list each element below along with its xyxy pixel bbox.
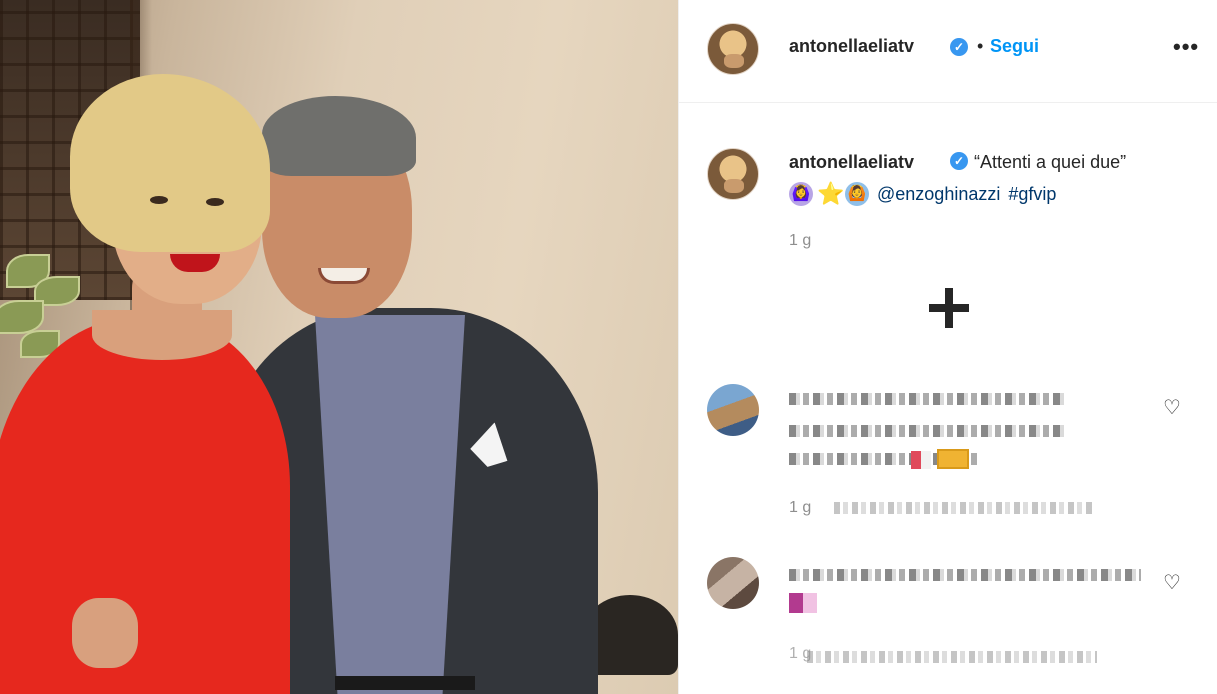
blurred-comment-actions[interactable]: xxxxxxxxxxxxxxxxxxxxxx [834, 496, 1092, 520]
more-options-icon[interactable]: ••• [1173, 34, 1199, 60]
man-smile [318, 268, 370, 284]
caption-text: “Attenti a quei due” [974, 152, 1127, 172]
man-belt [335, 676, 475, 690]
blurred-emoji [789, 593, 817, 613]
load-more-comments-icon[interactable] [929, 288, 969, 328]
woman-eye [206, 198, 224, 206]
hashtag-link[interactable]: #gfvip [1008, 184, 1056, 205]
woman-hair [70, 74, 270, 252]
post-header: antonellaeliatv ✓ • Segui ••• [679, 0, 1217, 103]
commenter-avatar[interactable] [707, 557, 759, 609]
author-username[interactable]: antonellaeliatv [789, 36, 914, 57]
blurred-comment-username[interactable]: xxxxxxxxxxxxxxxxxxxxxxxxxx [789, 387, 1067, 411]
caption-author-avatar[interactable] [707, 148, 759, 200]
heart-icon[interactable]: ♡ [1161, 572, 1183, 594]
caption-line: 🙆‍♀️ ⭐ 🙆 @enzoghinazzi #gfvip [789, 181, 1056, 207]
heart-icon[interactable]: ♡ [1161, 397, 1183, 419]
follow-button[interactable]: Segui [990, 36, 1039, 57]
plus-bar [945, 288, 953, 328]
blurred-comment-actions[interactable]: xxxxxxxxxxxxxxxxxxxxxxxx [807, 645, 1097, 669]
comment-age: 1 g [789, 499, 812, 516]
man-shirt [315, 315, 465, 694]
man-gesturing-emoji-icon: 🙆 [845, 182, 869, 206]
blurred-emoji [937, 449, 969, 469]
mention-link[interactable]: @enzoghinazzi [877, 184, 1000, 205]
blurred-comment-text: xxxxxxxxxxxxxxxxxxxxxxxxxx [789, 419, 1065, 443]
man-hair [262, 96, 416, 176]
post-side-panel: antonellaeliatv ✓ • Segui ••• antonellae… [678, 0, 1217, 694]
woman-hand [72, 598, 138, 668]
caption-author-username[interactable]: antonellaeliatv [789, 152, 914, 173]
post-age: 1 g [789, 232, 812, 249]
blurred-emoji [911, 451, 931, 469]
header-separator: • [977, 36, 984, 56]
author-avatar[interactable] [707, 23, 759, 75]
woman-neckline [92, 310, 232, 360]
woman-dress [0, 318, 290, 694]
plant-leaf [0, 300, 44, 334]
blurred-comment-username[interactable]: xxxxxxxxxxxxxxxxxxxxxxxxxxxxxx [789, 563, 1141, 587]
verified-badge-icon: ✓ [950, 38, 968, 56]
woman-gesturing-emoji-icon: 🙆‍♀️ [789, 182, 813, 206]
commenter-avatar[interactable] [707, 384, 759, 436]
post-photo[interactable] [0, 0, 678, 694]
verified-badge-icon: ✓ [950, 152, 968, 170]
woman-eye [150, 196, 168, 204]
star-emoji-icon: ⭐ [817, 181, 845, 206]
